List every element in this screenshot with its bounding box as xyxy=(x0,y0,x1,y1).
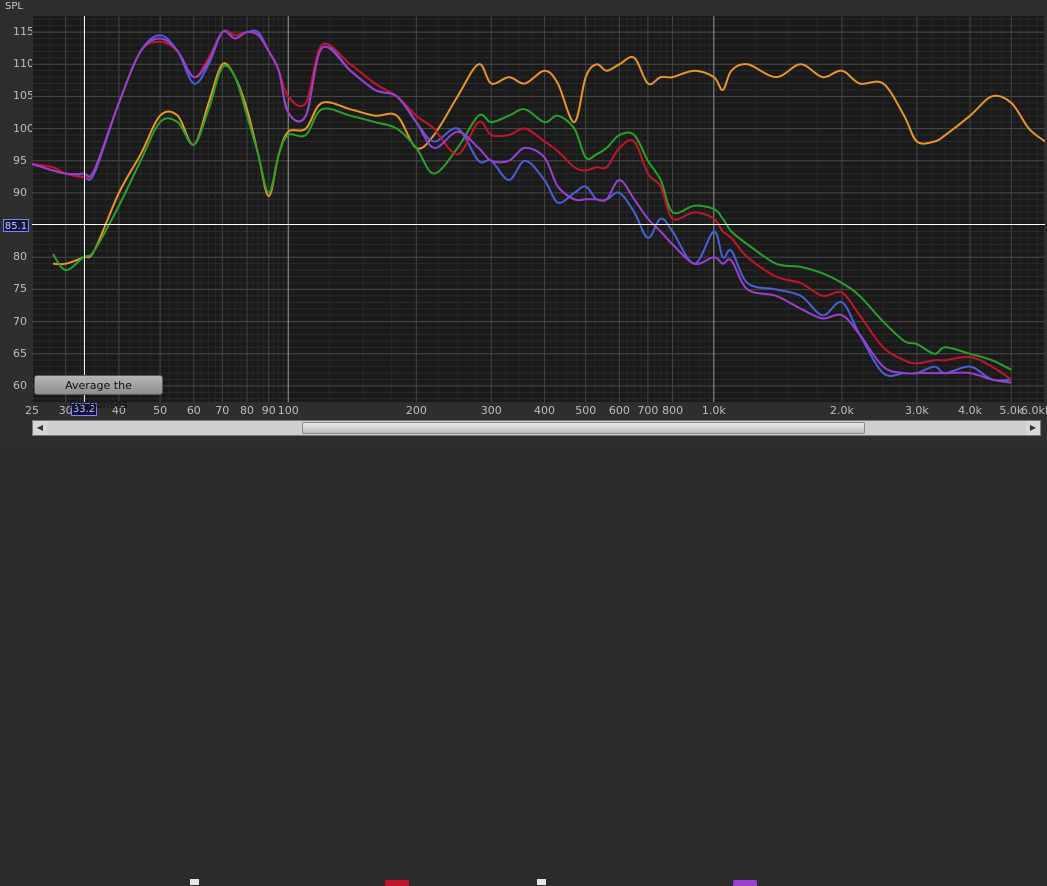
y-axis-title: SPL xyxy=(5,1,23,12)
horizontal-scrollbar[interactable]: ◀ ▶ xyxy=(32,420,1041,436)
x-tick-label: 50 xyxy=(153,404,168,417)
plot-area[interactable] xyxy=(32,16,1045,402)
legend-checkbox-icon[interactable] xyxy=(537,879,546,885)
x-tick-label: 200 xyxy=(405,404,427,417)
y-tick-label: 65 xyxy=(13,346,27,360)
x-tick-label: 300 xyxy=(480,404,502,417)
x-tick-label: 400 xyxy=(533,404,555,417)
y-tick-label: 105 xyxy=(13,89,34,103)
y-tick-label: 90 xyxy=(13,185,27,199)
y-tick-label: 70 xyxy=(13,314,27,328)
y-tick-label: 80 xyxy=(13,250,27,264)
legend-checkbox-icon[interactable] xyxy=(190,879,199,885)
x-tick-label: 5.0k xyxy=(999,404,1024,417)
scroll-left-arrow-icon[interactable]: ◀ xyxy=(33,421,47,435)
frequency-response-graph[interactable] xyxy=(32,16,1045,402)
x-tick-label: 700 xyxy=(637,404,659,417)
x-tick-label: 1.0k xyxy=(701,404,726,417)
x-tick-label: 80 xyxy=(239,404,254,417)
legend-strip xyxy=(0,438,1047,886)
scrollbar-thumb[interactable] xyxy=(302,422,865,434)
x-tick-label: 800 xyxy=(662,404,684,417)
scroll-right-arrow-icon[interactable]: ▶ xyxy=(1026,421,1040,435)
y-tick-label: 115 xyxy=(13,25,34,39)
x-tick-label: 2.0k xyxy=(830,404,854,417)
app-window: SPL 115 110 105 100 95 90 80 75 70 65 60 85.1 25 30… xyxy=(0,0,1047,886)
cursor-y-readout: 85.1 xyxy=(3,219,29,232)
y-tick-label: 110 xyxy=(13,57,34,71)
x-tick-label: 60 xyxy=(186,404,201,417)
y-tick-label: 75 xyxy=(13,282,27,296)
x-tick-label: 100 xyxy=(277,404,299,417)
x-tick-label: 500 xyxy=(575,404,597,417)
x-tick-label: 3.0k xyxy=(904,404,929,417)
legend-swatch-purple[interactable] xyxy=(733,880,757,886)
legend-swatch-red[interactable] xyxy=(385,880,409,886)
x-tick-label: 600 xyxy=(608,404,630,417)
x-tick-label: 4.0k xyxy=(958,404,982,417)
average-responses-button[interactable]: Average the Responses xyxy=(34,375,163,411)
x-tick-label: 90 xyxy=(261,404,276,417)
x-tick-label: 70 xyxy=(215,404,230,417)
y-tick-label: 60 xyxy=(13,378,27,392)
y-tick-label: 100 xyxy=(13,121,34,135)
y-tick-label: 95 xyxy=(13,153,27,167)
x-tick-label: 6.0kHz xyxy=(1021,404,1047,417)
x-tick-label: 25 xyxy=(25,404,39,417)
